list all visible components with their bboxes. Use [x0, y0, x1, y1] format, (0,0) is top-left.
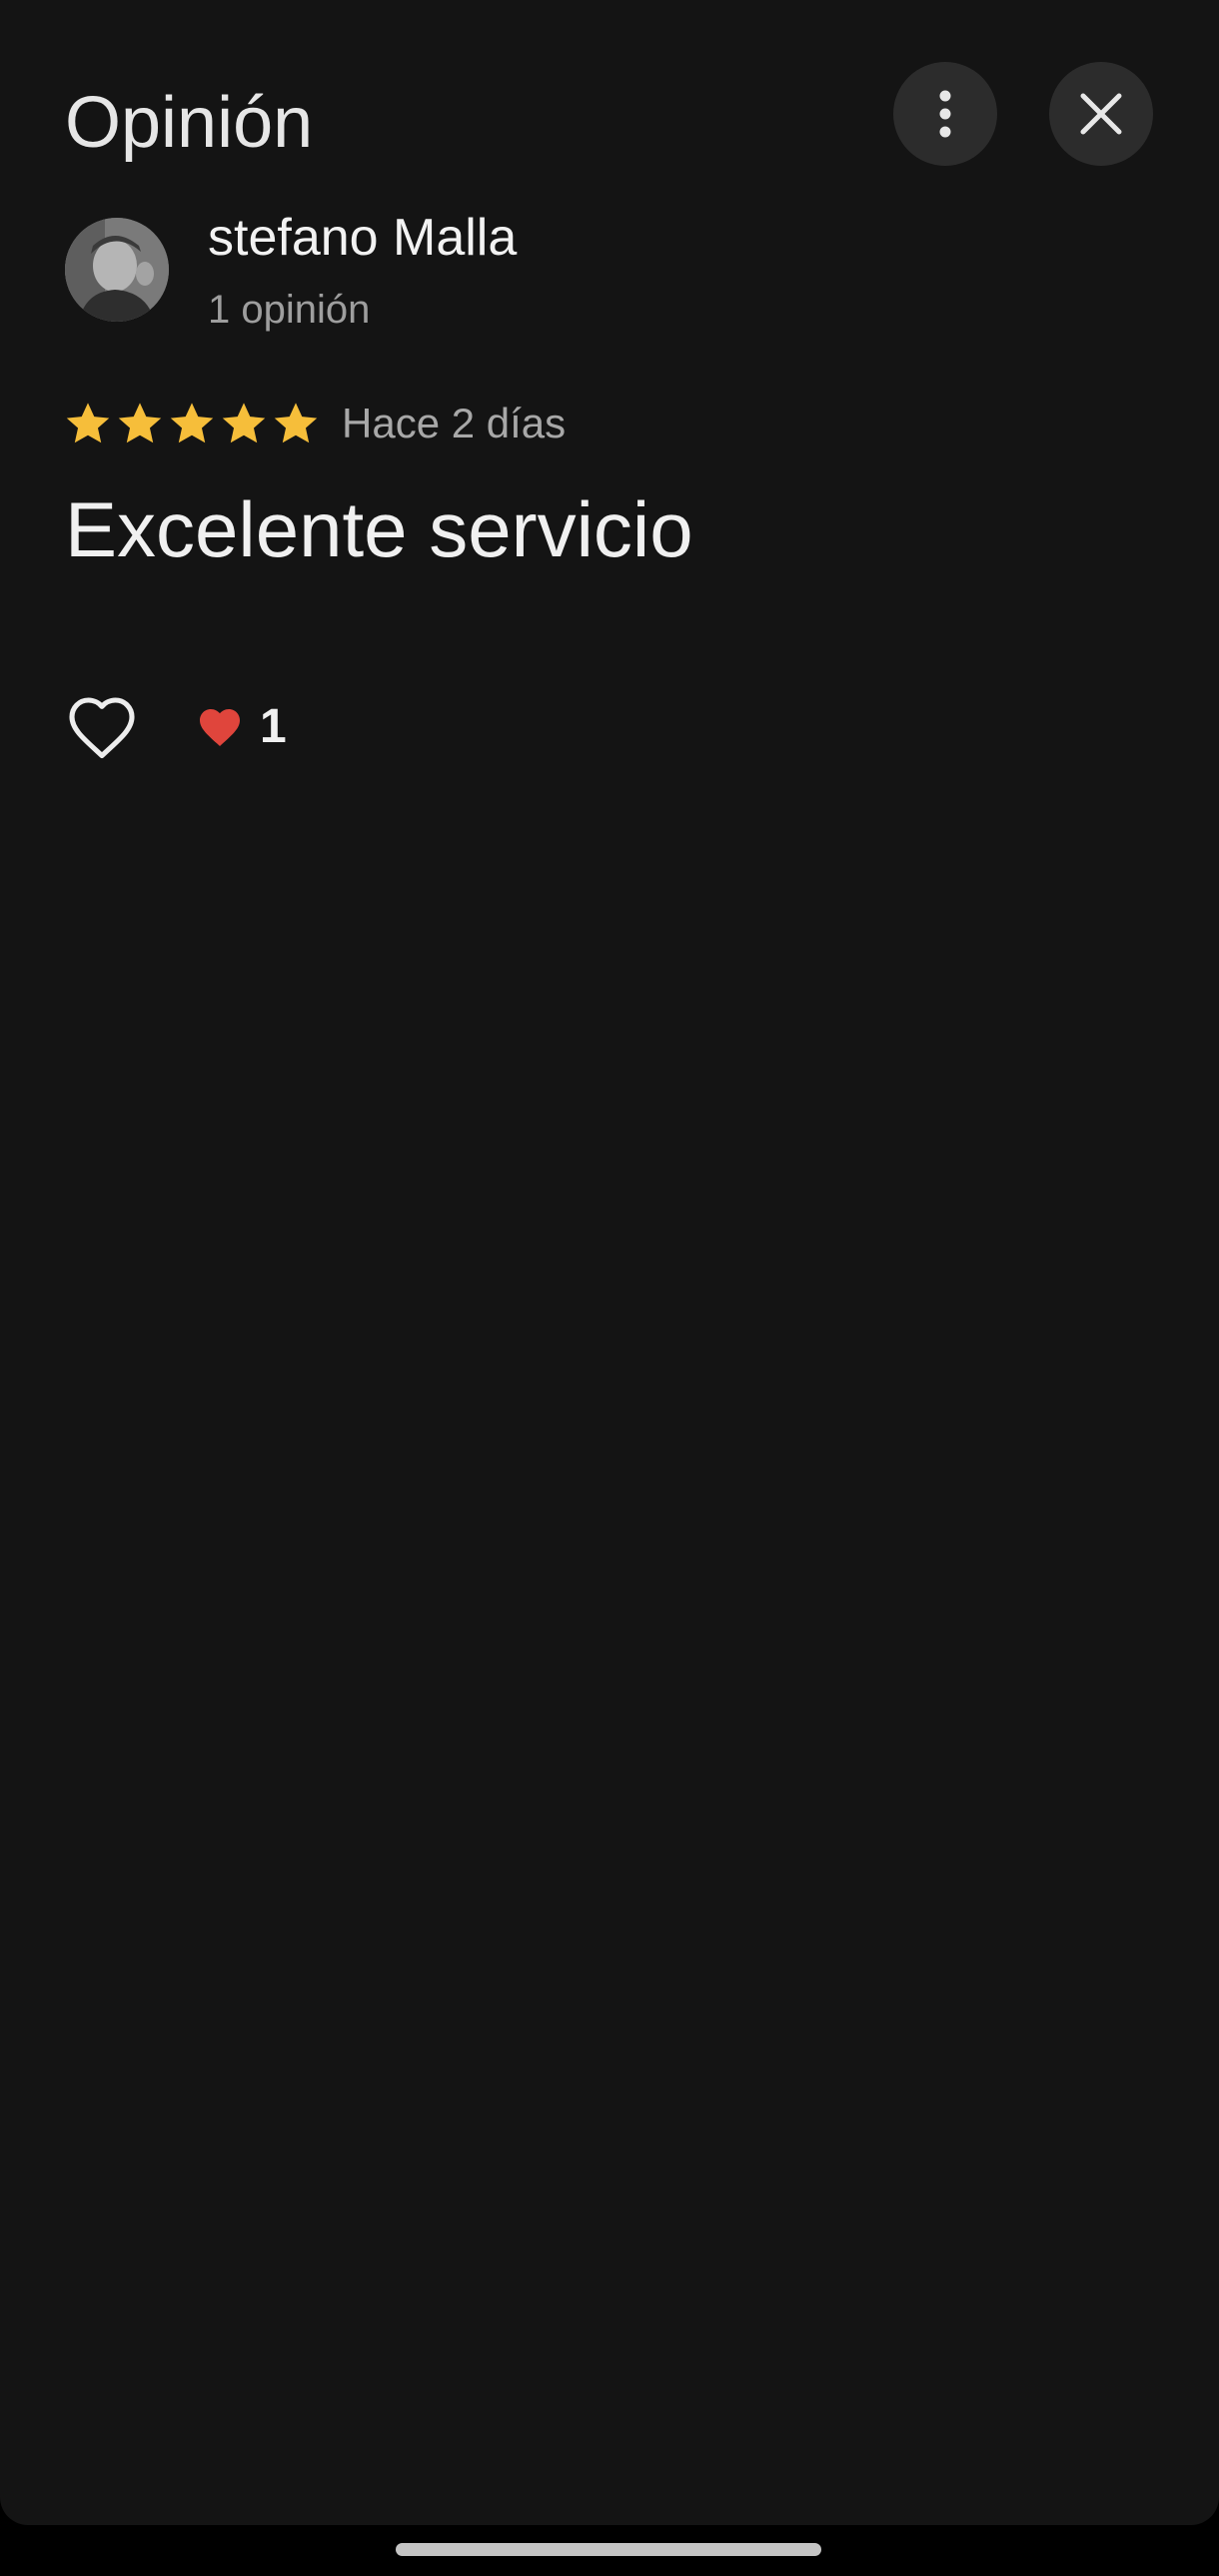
- heart-outline-icon: [69, 697, 135, 759]
- avatar[interactable]: [65, 218, 169, 322]
- star-icon: [118, 403, 162, 443]
- close-button[interactable]: [1049, 62, 1153, 166]
- review-sheet: Opinión stefano Malla 1 opinión Hace 2 d…: [0, 0, 1219, 2525]
- page-title: Opinión: [65, 83, 314, 163]
- home-indicator[interactable]: [396, 2543, 821, 2556]
- star-icon: [222, 403, 266, 443]
- star-rating: [62, 398, 322, 449]
- author-name[interactable]: stefano Malla: [208, 206, 517, 270]
- reaction-summary[interactable]: 1: [196, 699, 287, 755]
- star-icon: [170, 403, 214, 443]
- reaction-count: 1: [260, 700, 287, 753]
- star-icon: [66, 403, 110, 443]
- like-button[interactable]: [64, 689, 140, 765]
- star-icon: [274, 403, 318, 443]
- profile-photo-icon: [65, 218, 169, 322]
- review-date: Hace 2 días: [342, 400, 567, 446]
- more-vert-icon: [939, 90, 951, 138]
- more-options-button[interactable]: [893, 62, 997, 166]
- red-heart-icon: [200, 709, 240, 746]
- author-review-count: 1 opinión: [208, 288, 371, 332]
- close-icon: [1080, 93, 1122, 135]
- review-text: Excelente servicio: [65, 485, 693, 573]
